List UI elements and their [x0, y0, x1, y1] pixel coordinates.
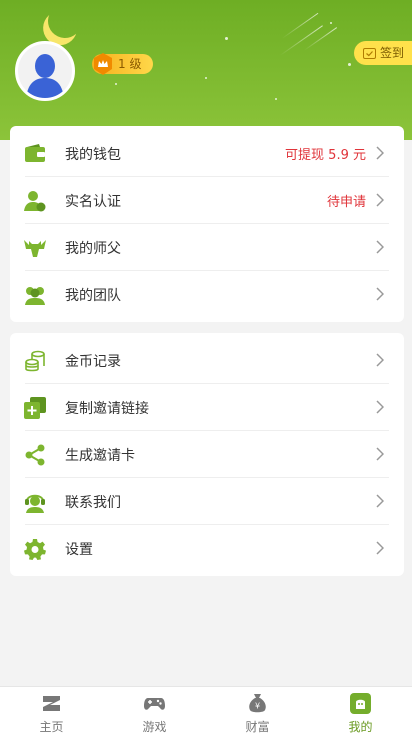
moon-decoration	[43, 0, 87, 43]
chevron-right-icon	[376, 541, 384, 555]
menu-row-label: 生成邀请卡	[65, 448, 135, 464]
avatar[interactable]	[15, 41, 75, 101]
calendar-check-icon	[363, 48, 376, 59]
menu-row-label: 我的钱包	[65, 147, 121, 163]
wallet-balance: 可提现 5.9 元	[285, 148, 366, 163]
tab-label: 财富	[245, 720, 270, 734]
star-decoration	[330, 22, 332, 24]
account-menu-card: 我的钱包 可提现 5.9 元 实名认证 待申请 我的师父 我的团队	[10, 126, 404, 322]
svg-text:¥: ¥	[255, 702, 260, 711]
avatar-person-icon	[18, 44, 72, 98]
gamepad-icon	[144, 698, 165, 710]
menu-row-label: 复制邀请链接	[65, 401, 149, 417]
share-icon	[25, 444, 45, 466]
menu-row-settings[interactable]: 设置	[10, 525, 404, 572]
tab-label: 我的	[348, 720, 373, 734]
star-decoration	[348, 63, 351, 66]
menu-row-copy-invite-link[interactable]: 复制邀请链接	[10, 384, 404, 431]
master-icon	[24, 240, 46, 257]
signin-button[interactable]: 签到	[354, 41, 412, 65]
chevron-right-icon	[376, 353, 384, 367]
star-decoration	[225, 37, 228, 40]
tab-label: 主页	[39, 720, 64, 734]
team-icon	[25, 287, 45, 305]
chevron-right-icon	[376, 400, 384, 414]
tab-home[interactable]: 主页	[0, 687, 103, 738]
menu-row-coin-records[interactable]: 金币记录	[10, 337, 404, 384]
star-decoration	[205, 77, 207, 79]
user-verify-icon	[24, 191, 46, 212]
menu-row-invite-card[interactable]: 生成邀请卡	[10, 431, 404, 478]
chevron-right-icon	[376, 494, 384, 508]
copy-link-icon	[24, 397, 46, 419]
signin-label: 签到	[380, 46, 405, 60]
tools-menu-card: 金币记录 复制邀请链接 生成邀请卡 联系我们 设置	[10, 333, 404, 576]
tab-wealth[interactable]: ¥ 财富	[206, 687, 309, 738]
menu-row-wallet[interactable]: 我的钱包 可提现 5.9 元	[10, 130, 404, 177]
level-badge: 1 级	[92, 53, 154, 75]
menu-row-label: 我的团队	[65, 288, 121, 304]
chevron-right-icon	[376, 193, 384, 207]
wallet-icon	[25, 144, 45, 162]
gear-icon	[24, 539, 46, 560]
profile-icon	[350, 693, 371, 714]
menu-row-label: 实名认证	[65, 194, 121, 210]
support-icon	[25, 494, 45, 513]
money-bag-icon: ¥	[249, 694, 266, 713]
menu-row-identity[interactable]: 实名认证 待申请	[10, 177, 404, 224]
meteor-decoration	[281, 12, 319, 39]
chevron-right-icon	[376, 287, 384, 301]
menu-row-team[interactable]: 我的团队	[10, 271, 404, 318]
menu-row-label: 金币记录	[65, 354, 121, 370]
meteor-decoration	[303, 27, 338, 51]
star-decoration	[115, 83, 117, 85]
star-decoration	[275, 98, 277, 100]
chevron-right-icon	[376, 447, 384, 461]
level-label: 1 级	[118, 57, 142, 71]
menu-row-label: 我的师父	[65, 241, 121, 257]
tab-label: 游戏	[142, 720, 167, 734]
bottom-tab-bar: 主页 游戏 ¥ 财富 我的	[0, 686, 412, 738]
menu-row-label: 设置	[65, 542, 93, 558]
chevron-right-icon	[376, 240, 384, 254]
tab-mine[interactable]: 我的	[309, 687, 412, 738]
crown-icon	[94, 53, 112, 75]
verification-status: 待申请	[326, 195, 366, 210]
profile-header: 1 级 签到	[0, 0, 412, 140]
home-icon	[43, 696, 60, 711]
chevron-right-icon	[376, 146, 384, 160]
coins-icon	[25, 350, 45, 372]
menu-row-label: 联系我们	[65, 495, 121, 511]
menu-row-master[interactable]: 我的师父	[10, 224, 404, 271]
menu-row-contact[interactable]: 联系我们	[10, 478, 404, 525]
tab-games[interactable]: 游戏	[103, 687, 206, 738]
